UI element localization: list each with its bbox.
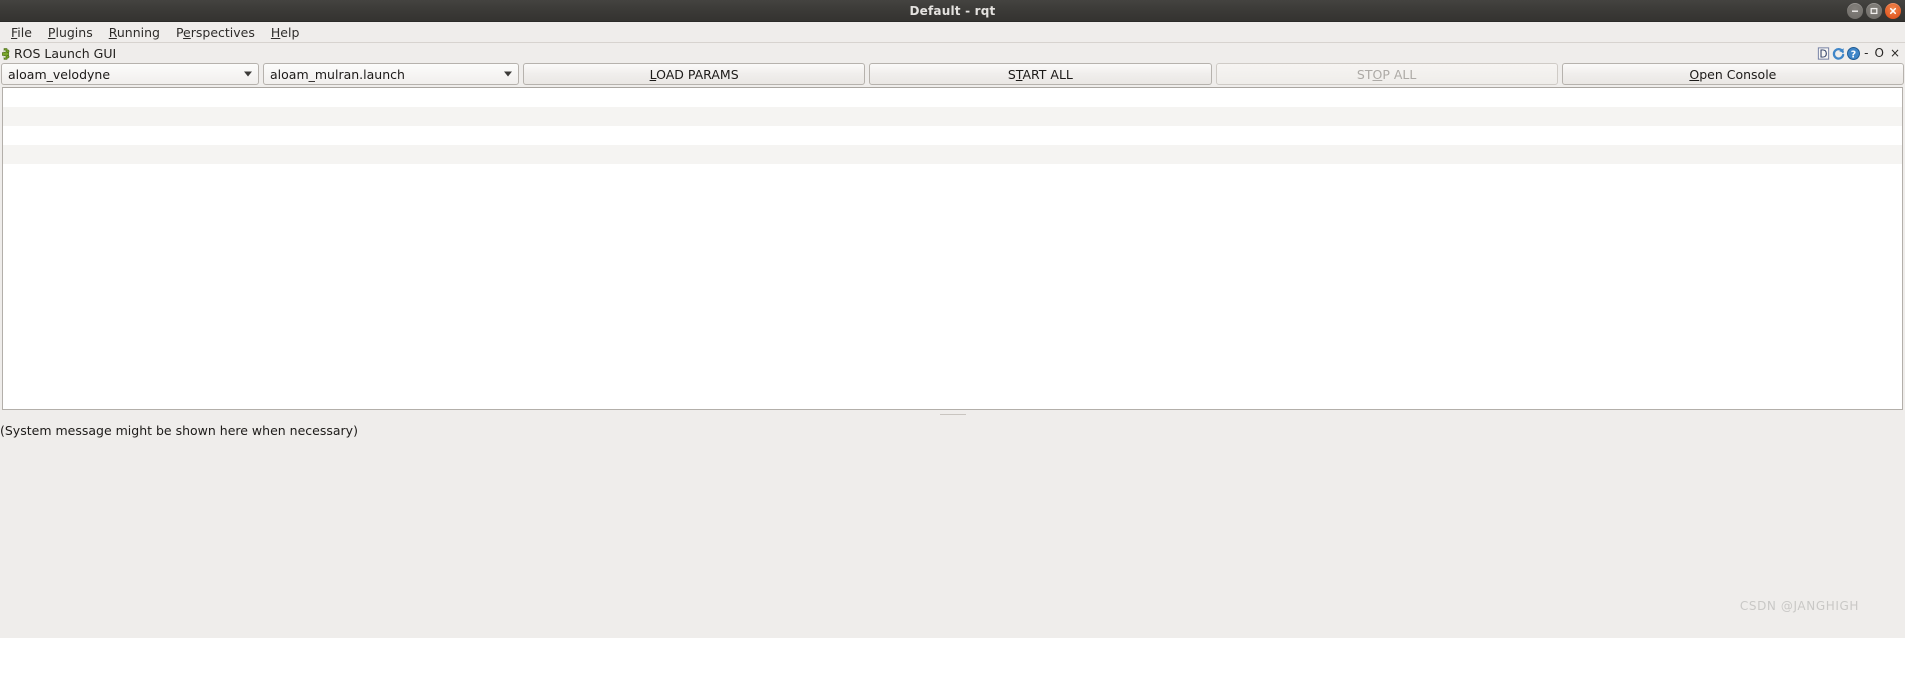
status-message: (System message might be shown here when…	[0, 419, 1905, 441]
dock-float-button[interactable]: O	[1871, 47, 1886, 59]
open-console-label: Open Console	[1689, 66, 1777, 82]
menubar: File Plugins Running Perspectives Help	[0, 22, 1905, 43]
dock-close-button[interactable]: ×	[1887, 47, 1903, 59]
main-content	[0, 87, 1905, 410]
blue-refresh-icon[interactable]	[1831, 46, 1846, 61]
menu-mnemonic: e	[183, 24, 191, 40]
start-all-label: START ALL	[1007, 66, 1073, 82]
desktop-filler: CSDN @JANGHIGH	[0, 441, 1905, 638]
list-item[interactable]	[3, 164, 1902, 183]
splitter-grip	[939, 414, 966, 415]
list-item[interactable]	[3, 145, 1902, 164]
start-all-button[interactable]: START ALL	[869, 63, 1212, 85]
menu-item-plugins[interactable]: Plugins	[40, 23, 101, 42]
dock-widget-title: ROS Launch GUI	[14, 45, 117, 61]
menu-label-rest: elp	[280, 24, 300, 40]
window-titlebar[interactable]: Default - rqt	[0, 0, 1905, 22]
package-combo-value: aloam_velodyne	[8, 66, 111, 82]
menu-mnemonic: R	[108, 24, 117, 40]
menu-item-file[interactable]: File	[3, 23, 40, 42]
list-item[interactable]	[3, 88, 1902, 107]
open-console-button[interactable]: Open Console	[1561, 63, 1904, 85]
menu-label-rest: unning	[116, 24, 160, 40]
package-combo[interactable]: aloam_velodyne	[1, 63, 259, 85]
dock-minimize-button[interactable]: -	[1861, 47, 1871, 59]
maximize-icon[interactable]	[1866, 2, 1882, 19]
stop-all-label: STOP ALL	[1356, 66, 1417, 82]
blue-question-help-icon[interactable]: ?	[1846, 46, 1861, 61]
list-item[interactable]	[3, 107, 1902, 126]
dock-widget-actions: D ? - O ×	[1816, 43, 1903, 63]
list-item[interactable]	[3, 126, 1902, 145]
launchfile-combo[interactable]: aloam_mulran.launch	[263, 63, 519, 85]
menu-item-help[interactable]: Help	[263, 23, 308, 42]
watermark: CSDN @JANGHIGH	[1739, 599, 1859, 613]
dock-title-left-group: ROS Launch GUI	[0, 46, 116, 61]
svg-text:D: D	[1820, 48, 1828, 60]
minimize-icon[interactable]	[1847, 2, 1863, 19]
document-d-icon[interactable]: D	[1816, 46, 1831, 61]
launch-nodes-list[interactable]	[2, 87, 1903, 410]
chevron-down-icon	[244, 71, 252, 77]
menu-label-rest: lugins	[55, 24, 93, 40]
load-params-button[interactable]: LOAD PARAMS	[523, 63, 866, 85]
menu-label-rest: ile	[17, 24, 32, 40]
menu-item-running[interactable]: Running	[101, 23, 168, 42]
launchfile-combo-value: aloam_mulran.launch	[270, 66, 405, 82]
svg-text:?: ?	[1851, 49, 1856, 60]
window-title: Default - rqt	[909, 3, 996, 18]
window-controls	[1847, 0, 1901, 21]
splitter-handle[interactable]	[0, 410, 1905, 419]
menu-label-pre: P	[175, 24, 184, 40]
menu-mnemonic: H	[270, 24, 281, 40]
launch-toolbar: aloam_velodyne aloam_mulran.launch LOAD …	[0, 63, 1905, 87]
chevron-down-icon	[504, 71, 512, 77]
dock-widget-titlebar[interactable]: ROS Launch GUI D ? - O ×	[0, 43, 1905, 63]
load-params-label: LOAD PARAMS	[649, 66, 739, 82]
close-icon[interactable]	[1885, 2, 1901, 19]
menu-item-perspectives[interactable]: Perspectives	[168, 23, 263, 42]
menu-label-rest: rspectives	[190, 24, 255, 40]
stop-all-button[interactable]: STOP ALL	[1215, 63, 1558, 85]
green-puzzle-plugin-icon	[0, 47, 12, 60]
